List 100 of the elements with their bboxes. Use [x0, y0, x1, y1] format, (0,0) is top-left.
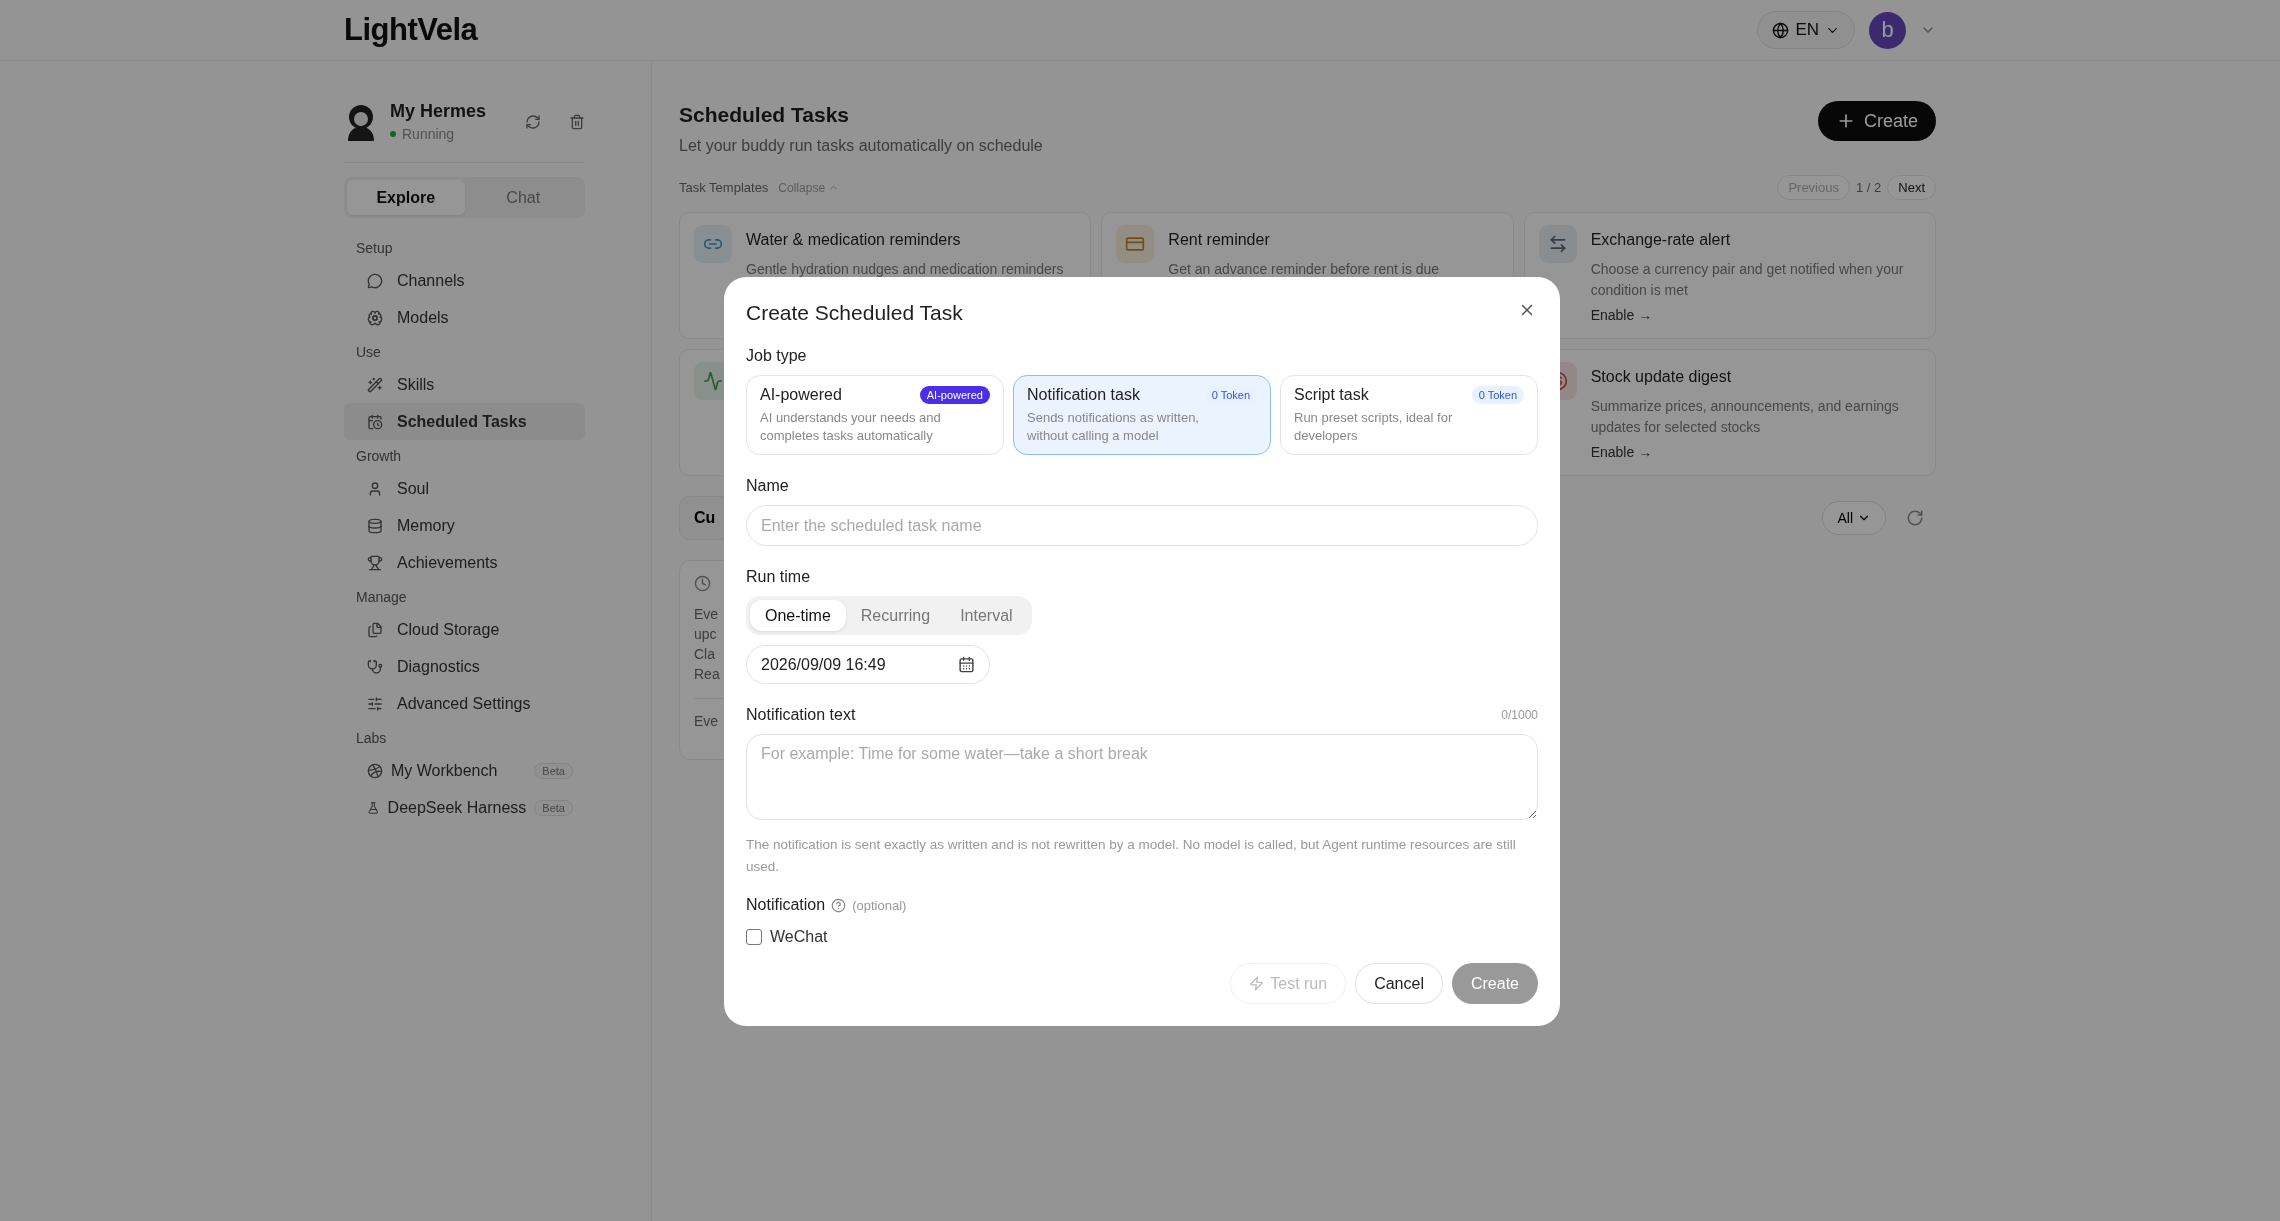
job-type-title: Notification task	[1027, 386, 1140, 404]
job-type-description: AI understands your needs and completes tasks automatically	[760, 409, 942, 445]
sidebar-item[interactable]: Achievements	[344, 544, 585, 581]
section-title: Labs	[355, 729, 388, 748]
sidebar-item[interactable]: Cloud Storage	[344, 611, 585, 648]
run-mode-tab[interactable]: Recurring	[845, 600, 946, 631]
cancel-button[interactable]: Cancel	[1355, 963, 1443, 1004]
sidebar-item[interactable]: Scheduled Tasks	[344, 403, 585, 440]
job-type-title: Script task	[1294, 386, 1369, 404]
template-title: Stock update digest	[1590, 368, 1733, 386]
sidebar-item[interactable]: DeepSeek Harness Beta	[344, 789, 585, 826]
job-type-badge: 0 Token	[1471, 386, 1524, 404]
card-icon	[1116, 225, 1155, 263]
help-text: The notification is sent exactly as written and is not rewritten by a model. No model is called, but Agent runtime resources are still used.	[746, 836, 1517, 876]
status-dot	[390, 131, 396, 137]
job-type-badge: AI-powered	[919, 386, 990, 404]
link-icon	[694, 225, 732, 263]
sidebar-item[interactable]: Channels	[344, 262, 585, 299]
name-field[interactable]: Enter the scheduled task name	[746, 505, 1538, 546]
logo: LightVela	[344, 12, 478, 48]
dialog-title: Create Scheduled Task	[746, 301, 963, 325]
datetime-value: 2026/09/09 16:49	[761, 655, 886, 674]
enable-link[interactable]: Enable →	[1590, 307, 1653, 323]
run-mode-tab[interactable]: One-time	[750, 600, 846, 631]
job-type-card[interactable]: Script task 0 Token Run preset scripts, ideal for developers	[1280, 375, 1538, 455]
next-button[interactable]: Next	[1887, 175, 1936, 200]
template-title: Water & medication reminders	[746, 231, 962, 249]
sidebar-tab[interactable]: Explore	[347, 180, 465, 215]
globe-icon	[1772, 21, 1790, 39]
notification-text-field[interactable]: For example: Time for some water—take a short break	[746, 734, 1538, 820]
sidebar-item[interactable]: Diagnostics	[344, 648, 585, 685]
job-type-description: Run preset scripts, ideal for developers	[1294, 409, 1454, 445]
trophy-icon	[367, 554, 383, 571]
template-description: Choose a currency pair and get notified when your condition is met	[1590, 260, 1905, 300]
sidebar-item[interactable]: My Workbench Beta	[344, 752, 585, 789]
job-type-card[interactable]: Notification task 0 Token Sends notifications as written, without calling a model	[1013, 375, 1271, 455]
template-description: Summarize prices, announcements, and earnings updates for selected stocks	[1590, 397, 1900, 437]
task-text: upc	[694, 625, 717, 644]
files-icon	[367, 621, 383, 638]
refresh-icon[interactable]	[525, 113, 541, 130]
chat-bubble-icon	[367, 272, 383, 289]
beta-badge: Beta	[534, 762, 573, 779]
template-description: Gentle hydration nudges and medication reminders	[746, 260, 1064, 279]
template-title: Exchange-rate alert	[1590, 231, 1732, 249]
task-text: Eve	[694, 605, 719, 624]
character-counter: 0/1000	[1501, 708, 1538, 722]
job-type-title: AI-powered	[760, 386, 842, 404]
calendar-icon	[958, 656, 975, 673]
help-icon[interactable]	[831, 897, 847, 913]
arrows-icon	[1538, 225, 1577, 263]
refresh-icon[interactable]	[1906, 509, 1924, 527]
field-label: Notification text	[746, 706, 856, 724]
flask-icon	[367, 799, 380, 816]
run-mode-tab[interactable]: Interval	[945, 600, 1028, 631]
brain-icon	[367, 309, 383, 326]
sliders-icon	[367, 695, 383, 712]
stethoscope-icon	[367, 658, 383, 675]
agent-name: My Hermes	[390, 101, 488, 122]
beta-badge: Beta	[534, 799, 573, 816]
section-title: Manage	[355, 588, 408, 607]
optional-hint: (optional)	[852, 897, 907, 913]
user-avatar[interactable]: b	[1869, 11, 1906, 49]
job-type-card[interactable]: AI-powered AI-powered AI understands your needs and completes tasks automatically	[746, 375, 1004, 455]
sidebar-tab[interactable]: Chat	[464, 180, 582, 215]
page-subtitle: Let your buddy run tasks automatically on schedule	[679, 137, 1043, 155]
sidebar-item[interactable]: Soul	[344, 470, 585, 507]
create-button[interactable]: Create	[1817, 101, 1936, 141]
field-label: Run time	[746, 568, 812, 586]
page-indicator: 1 / 2	[1855, 180, 1882, 195]
enable-link[interactable]: Enable →	[1590, 444, 1653, 460]
wechat-checkbox[interactable]: WeChat	[746, 928, 828, 946]
calendar-clock-icon	[367, 413, 383, 430]
person-icon	[367, 480, 383, 497]
trash-icon[interactable]	[569, 113, 585, 130]
database-icon	[367, 517, 383, 534]
wand-icon	[367, 376, 383, 393]
task-text: Cla	[694, 645, 715, 664]
field-label: Name	[746, 477, 790, 495]
template-description: Get an advance reminder before rent is due	[1168, 260, 1440, 279]
task-text: Eve	[694, 712, 719, 731]
clock-icon	[694, 575, 711, 592]
ball-icon	[367, 762, 383, 779]
section-title: Growth	[355, 447, 403, 466]
sidebar-item[interactable]: Skills	[344, 366, 585, 403]
sidebar-item[interactable]: Advanced Settings	[344, 685, 585, 722]
section-title: Use	[355, 343, 382, 362]
job-type-description: Sends notifications as written, without calling a model	[1027, 409, 1200, 445]
task-text: Rea	[694, 665, 720, 684]
lightning-icon	[1249, 976, 1265, 991]
agent-status: Running	[402, 126, 455, 142]
page-title: Scheduled Tasks	[679, 103, 850, 127]
language-selector[interactable]: EN	[1757, 11, 1855, 49]
template-title: Rent reminder	[1168, 231, 1271, 249]
section-label: Task Templates	[679, 180, 769, 195]
sidebar-item[interactable]: Models	[344, 299, 585, 336]
sidebar-item[interactable]: Memory	[344, 507, 585, 544]
section-title: Setup	[355, 239, 394, 258]
field-label: Job type	[746, 347, 808, 365]
filter-dropdown[interactable]: All	[1822, 501, 1886, 535]
field-label: Notification	[746, 896, 826, 914]
